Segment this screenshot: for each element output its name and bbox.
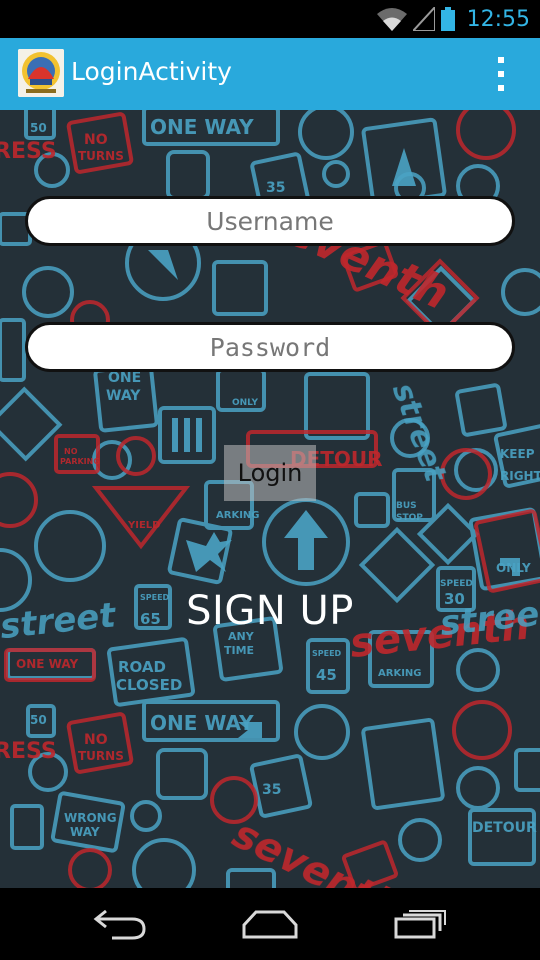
svg-text:TURNS: TURNS [78, 749, 124, 763]
svg-text:50: 50 [30, 121, 47, 135]
login-screen: ONE WAY ONE WAY ONE WAY ROAD CLOSED ANY … [0, 110, 540, 888]
svg-text:ROAD: ROAD [118, 658, 166, 676]
svg-text:seventh: seventh [225, 811, 407, 888]
svg-text:ARKING: ARKING [216, 510, 260, 521]
password-field[interactable] [25, 322, 515, 372]
back-icon [93, 909, 146, 940]
password-input[interactable] [28, 325, 512, 369]
svg-text:BUS: BUS [396, 501, 417, 511]
username-input[interactable] [28, 199, 512, 243]
status-bar: 12:55 [0, 0, 540, 38]
svg-text:PARKING: PARKING [60, 457, 100, 466]
svg-text:ARKING: ARKING [378, 668, 422, 679]
svg-text:NO: NO [84, 732, 108, 748]
svg-text:ONLY: ONLY [232, 398, 259, 408]
svg-text:RIGHT: RIGHT [500, 469, 540, 483]
username-field[interactable] [25, 196, 515, 246]
svg-text:KEEP: KEEP [500, 447, 535, 461]
status-icons: 12:55 [376, 4, 530, 34]
svg-text:45: 45 [316, 666, 337, 684]
svg-text:STOP: STOP [396, 513, 423, 523]
svg-text:WRONG: WRONG [64, 811, 117, 825]
svg-text:NO: NO [64, 447, 78, 456]
svg-text:RESS: RESS [0, 139, 57, 164]
app-logo-icon[interactable] [18, 49, 64, 97]
wifi-icon [376, 8, 407, 31]
status-time: 12:55 [466, 6, 530, 32]
signal-icon [412, 7, 435, 31]
svg-text:ONLY: ONLY [496, 561, 531, 575]
svg-text:35: 35 [262, 782, 281, 798]
svg-text:YIELD: YIELD [127, 520, 160, 531]
svg-text:SPEED: SPEED [312, 649, 342, 658]
svg-text:ONE WAY: ONE WAY [150, 115, 254, 139]
login-button[interactable]: Login [224, 445, 316, 501]
svg-text:TIME: TIME [224, 644, 254, 657]
svg-text:WAY: WAY [70, 825, 100, 839]
svg-text:WAY: WAY [106, 388, 141, 404]
back-button[interactable] [85, 900, 155, 948]
navigation-bar [0, 888, 540, 960]
svg-text:RESS: RESS [0, 739, 57, 764]
svg-text:DETOUR: DETOUR [472, 820, 537, 836]
sign-up-link[interactable]: SIGN UP [0, 588, 540, 634]
recent-apps-button[interactable] [385, 900, 455, 948]
battery-icon [440, 7, 455, 31]
app-title: LoginActivity [71, 57, 232, 86]
svg-text:ONE WAY: ONE WAY [16, 657, 78, 671]
home-icon [242, 910, 298, 939]
svg-text:NO: NO [84, 132, 108, 148]
svg-text:ONE WAY: ONE WAY [150, 711, 254, 735]
svg-text:50: 50 [30, 713, 47, 727]
home-button[interactable] [235, 900, 305, 948]
svg-text:TURNS: TURNS [78, 149, 124, 163]
recent-apps-icon [394, 910, 446, 939]
svg-text:CLOSED: CLOSED [116, 676, 182, 694]
overflow-menu-icon[interactable] [494, 57, 508, 91]
svg-text:ONE: ONE [108, 370, 141, 386]
action-bar: LoginActivity [0, 38, 540, 110]
